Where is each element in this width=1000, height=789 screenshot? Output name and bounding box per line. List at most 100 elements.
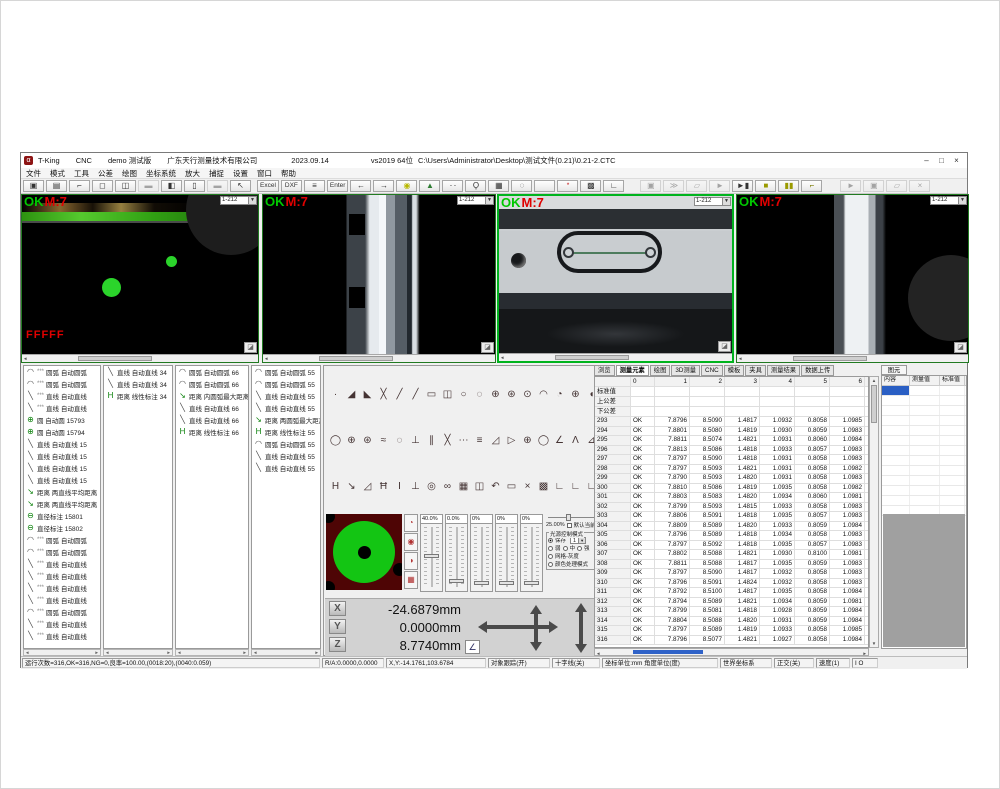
save-icon[interactable]: ▣ xyxy=(640,180,661,192)
element-row[interactable] xyxy=(882,446,966,456)
tool-icon[interactable]: ⌐ xyxy=(801,180,822,192)
option-radio[interactable] xyxy=(548,554,553,559)
measure-tool-icon[interactable]: ⊥ xyxy=(408,434,423,449)
list-item[interactable]: ⊕圆 自动圆 15794 xyxy=(24,426,100,438)
list-item[interactable]: ◠圆弧 自动圆弧 66 xyxy=(176,366,248,378)
list-item[interactable]: ╲***直线 自动直线 xyxy=(24,630,100,642)
list-item[interactable]: ◠***圆弧 自动圆弧 xyxy=(24,606,100,618)
menu-item[interactable]: 模式 xyxy=(50,168,65,179)
dash-button[interactable]: - - xyxy=(442,180,463,192)
table-row[interactable]: 297OK7.87978.50901.48181.09310.80581.098… xyxy=(595,455,868,465)
window-icon[interactable]: ▣ xyxy=(23,180,44,192)
light-channel-slider[interactable]: 0% xyxy=(495,514,518,592)
menu-item[interactable]: 设置 xyxy=(233,168,248,179)
ring-segment-button[interactable]: ▦ xyxy=(404,571,418,589)
menu-item[interactable]: 帮助 xyxy=(281,168,296,179)
table-row[interactable]: 312OK7.87948.50891.48211.09340.80591.098… xyxy=(595,598,868,608)
tab-测量元素[interactable]: 测量元素 xyxy=(616,365,649,376)
measure-tool-icon[interactable]: ◿ xyxy=(360,480,375,495)
default-mode-checkbox[interactable] xyxy=(567,523,572,528)
element-row[interactable] xyxy=(882,466,966,476)
table-row[interactable]: 311OK7.87928.51001.48171.09350.80581.098… xyxy=(595,588,868,598)
camera-resize-icon[interactable]: ◪ xyxy=(244,342,257,353)
element-list-column-1[interactable]: ◠***圆弧 自动圆弧◠***圆弧 自动圆弧╲***直线 自动直线╲***直线 … xyxy=(23,365,101,649)
menu-item[interactable]: 捕捉 xyxy=(209,168,224,179)
list-item[interactable]: ↘距离 内圆弧最大距离 xyxy=(176,390,248,402)
measure-icon[interactable]: ⌐ xyxy=(69,180,90,192)
list-item[interactable]: ⊖直径标注 15802 xyxy=(24,522,100,534)
camera-range-dropdown[interactable]: 1-212▼ xyxy=(457,196,494,205)
measure-tool-icon[interactable]: ⊕ xyxy=(344,434,359,449)
camera-scroll-thumb[interactable] xyxy=(319,356,393,361)
table-row[interactable]: 304OK7.88098.50891.48201.09330.80591.098… xyxy=(595,522,868,532)
list-item[interactable]: ╲直线 自动直线 15 xyxy=(24,450,100,462)
measure-tool-icon[interactable]: ◢ xyxy=(344,388,359,403)
open2-icon[interactable]: ▱ xyxy=(886,180,907,192)
measure-tool-icon[interactable]: ≈ xyxy=(376,434,391,449)
camera-panel-4[interactable]: OKM:71-212▼◄◪ xyxy=(736,194,969,363)
measure-tool-icon[interactable]: ╱ xyxy=(408,388,423,403)
camera-resize-icon[interactable]: ◪ xyxy=(481,342,494,353)
list-item[interactable]: ◠***圆弧 自动圆弧 xyxy=(24,546,100,558)
run-icon[interactable]: ► xyxy=(840,180,861,192)
element-row[interactable] xyxy=(882,496,966,506)
magnifier-icon[interactable]: Ϙ xyxy=(465,180,486,192)
list-item[interactable]: ╲直线 自动直线 55 xyxy=(252,390,320,402)
measure-tool-icon[interactable]: ◔ xyxy=(552,388,567,403)
table-row[interactable]: 293OK7.87968.50901.48171.09320.80581.098… xyxy=(595,417,868,427)
measure-tool-icon[interactable]: Λ xyxy=(568,434,583,449)
list-item[interactable]: ↘距离 两圆弧最大距离 xyxy=(252,414,320,426)
pattern-icon[interactable]: ▦ xyxy=(488,180,509,192)
element-row[interactable] xyxy=(882,406,966,416)
list-item[interactable]: ╲***直线 自动直线 xyxy=(24,582,100,594)
camera-resize-icon[interactable]: ◪ xyxy=(954,342,967,353)
close-button[interactable]: × xyxy=(949,154,964,167)
light-channel-slider[interactable]: 0.0% xyxy=(445,514,468,592)
element-row[interactable] xyxy=(882,476,966,486)
camera-resize-icon[interactable]: ◪ xyxy=(718,341,731,352)
measure-tool-icon[interactable]: ⊕ xyxy=(568,388,583,403)
table-row[interactable]: 标准值 xyxy=(595,387,868,397)
list-item[interactable]: ╲直线 自动直线 55 xyxy=(252,462,320,474)
element-table[interactable]: 内容测量值标准值 xyxy=(881,375,967,649)
list-item[interactable]: Η距离 线性标注 34 xyxy=(104,390,172,402)
enter-button[interactable]: Enter xyxy=(327,180,349,192)
list-item[interactable]: ⊕圆 自动圆 15793 xyxy=(24,414,100,426)
measure-tool-icon[interactable]: ╳ xyxy=(440,434,455,449)
menu-item[interactable]: 放大 xyxy=(185,168,200,179)
table-row[interactable]: 307OK7.88028.50881.48211.09300.81001.098… xyxy=(595,550,868,560)
measure-tool-icon[interactable]: ◫ xyxy=(440,388,455,403)
camera-scrollbar[interactable]: ◄ xyxy=(499,353,732,361)
element-row[interactable] xyxy=(882,486,966,496)
bulb-icon[interactable]: ◉ xyxy=(396,180,417,192)
measure-tool-icon[interactable]: × xyxy=(520,480,535,495)
menu-item[interactable]: 工具 xyxy=(74,168,89,179)
list-item[interactable]: ◠***圆弧 自动圆弧 xyxy=(24,534,100,546)
camera-range-dropdown[interactable]: 1-212▼ xyxy=(930,196,967,205)
tab-CNC[interactable]: CNC xyxy=(701,365,723,376)
table-row[interactable]: 314OK7.88048.50881.48201.09310.80591.098… xyxy=(595,617,868,627)
list-item[interactable]: ◠圆弧 自动圆弧 55 xyxy=(252,366,320,378)
ring-segment-button[interactable]: ◑ xyxy=(404,552,418,570)
jog-vertical-arrows[interactable] xyxy=(530,605,542,651)
menu-item[interactable]: 坐标系统 xyxy=(146,168,176,179)
probe-icon[interactable]: ◻ xyxy=(92,180,113,192)
camera-panel-2[interactable]: OKM:71-212▼◄◪ xyxy=(262,194,496,363)
measure-tool-icon[interactable]: ○ xyxy=(456,388,471,403)
table-row[interactable]: 303OK7.88068.50911.48181.09350.80571.098… xyxy=(595,512,868,522)
table-row[interactable]: 316OK7.87968.50771.48211.09270.80581.098… xyxy=(595,636,868,646)
ring-light-control[interactable] xyxy=(326,514,402,590)
tab-浏览[interactable]: 浏览 xyxy=(594,365,615,376)
arrow-left-icon[interactable]: ← xyxy=(350,180,371,192)
table-row[interactable]: 301OK7.88038.50831.48201.09340.80601.098… xyxy=(595,493,868,503)
list-item[interactable]: ╲直线 自动直线 55 xyxy=(252,450,320,462)
open-icon[interactable]: ▱ xyxy=(686,180,707,192)
close2-icon[interactable]: × xyxy=(909,180,930,192)
blank-button[interactable] xyxy=(534,180,555,192)
lasso-icon[interactable]: ◌ xyxy=(511,180,532,192)
element-list-column-3[interactable]: ◠圆弧 自动圆弧 66◠圆弧 自动圆弧 66↘距离 内圆弧最大距离╲直线 自动直… xyxy=(175,365,249,649)
jog-z-arrows[interactable] xyxy=(575,603,587,653)
table-row[interactable]: 309OK7.87978.50901.48171.09320.80581.098… xyxy=(595,569,868,579)
measure-tool-icon[interactable]: ⊛ xyxy=(360,434,375,449)
camera-scroll-thumb[interactable] xyxy=(793,356,867,361)
